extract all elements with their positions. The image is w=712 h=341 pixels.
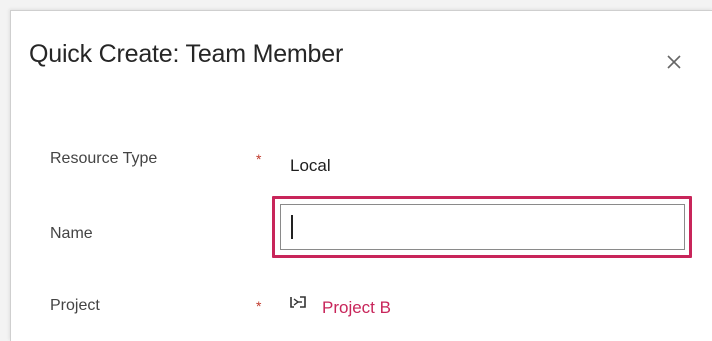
dialog-title: Quick Create: Team Member	[29, 40, 344, 68]
project-required-mark: *	[256, 298, 262, 314]
name-field[interactable]	[280, 204, 685, 250]
project-icon	[290, 296, 306, 308]
name-label: Name	[50, 225, 93, 242]
close-button[interactable]	[663, 51, 685, 73]
resource-type-label: Resource Type	[50, 150, 158, 167]
resource-type-value[interactable]: Local	[290, 156, 331, 176]
text-caret	[291, 215, 293, 239]
project-label: Project	[50, 297, 100, 314]
close-icon	[667, 55, 681, 69]
project-link[interactable]: Project B	[322, 298, 391, 318]
resource-type-required-mark: *	[256, 151, 262, 167]
quick-create-dialog: Quick Create: Team Member	[10, 10, 712, 341]
